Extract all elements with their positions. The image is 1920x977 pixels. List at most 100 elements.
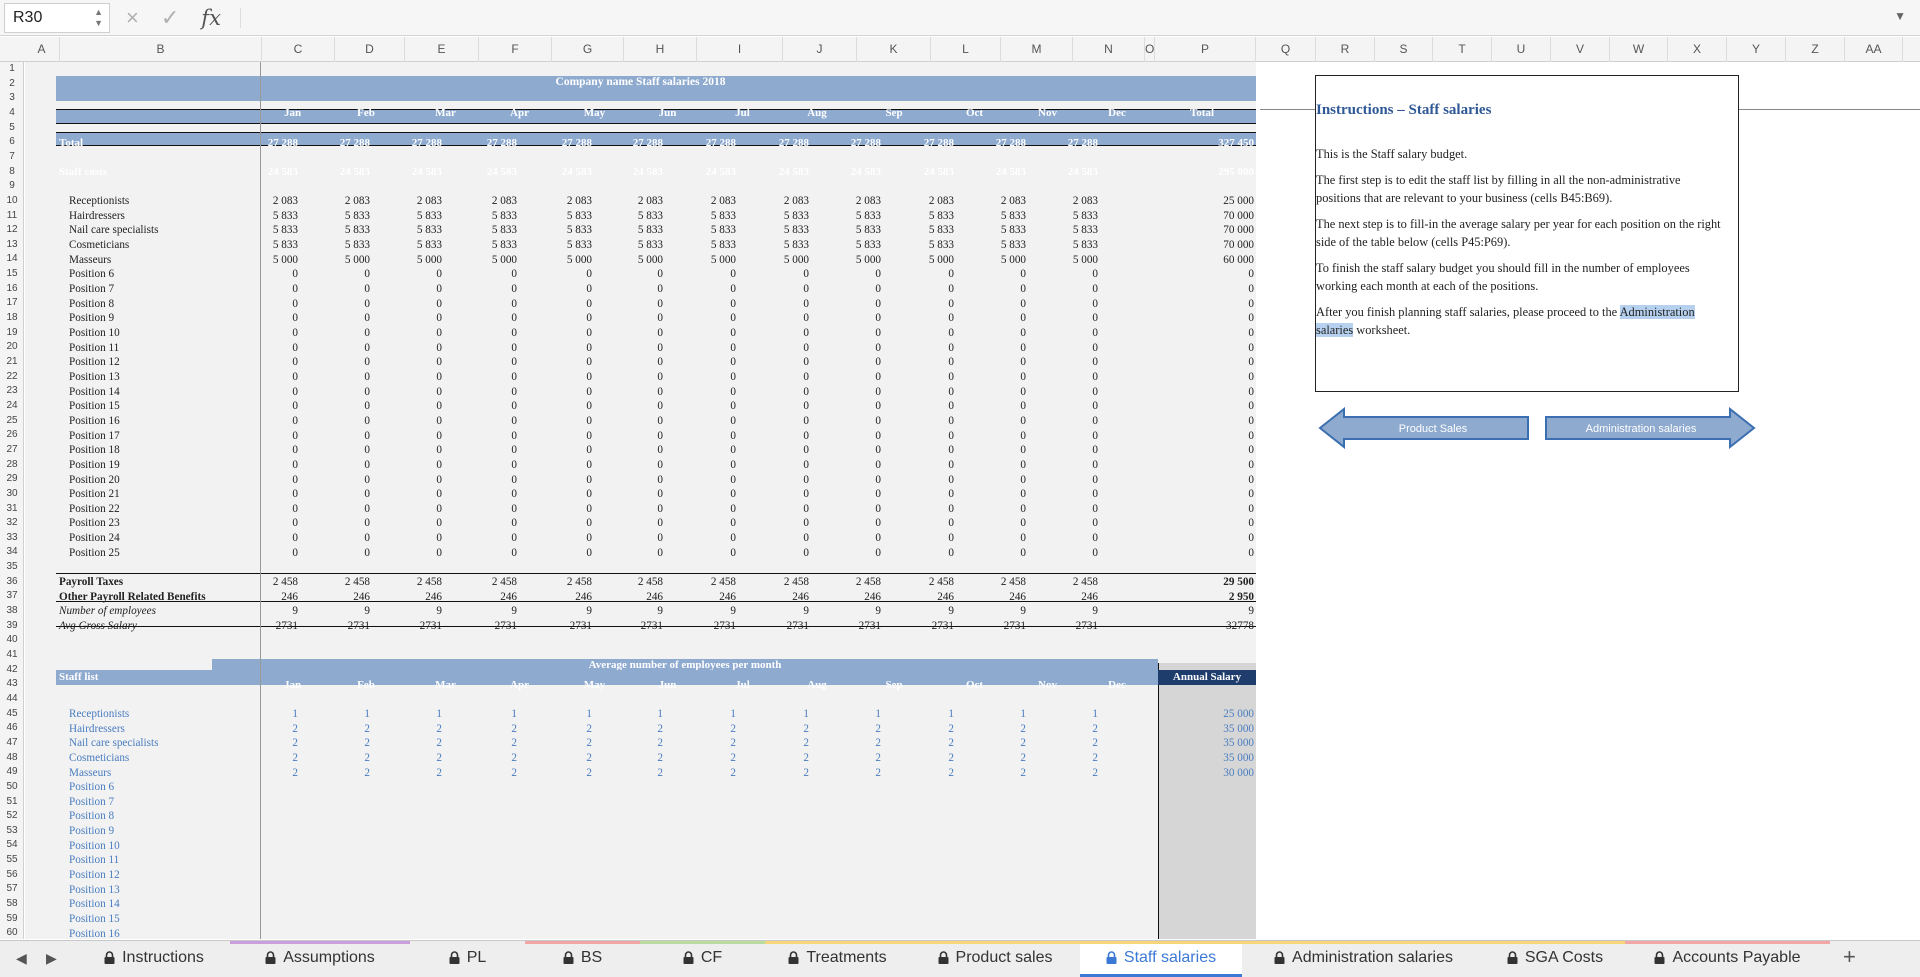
position-monthly-cell[interactable]: 5 833 [929,210,954,222]
position-monthly-cell[interactable]: 0 [364,430,370,442]
row-header-8[interactable]: 8 [0,165,23,180]
position-monthly-cell[interactable]: 0 [875,342,881,354]
position-monthly-cell[interactable]: 0 [511,298,517,310]
position-monthly-cell[interactable]: 5 833 [567,224,592,236]
position-monthly-cell[interactable]: 0 [586,400,592,412]
position-monthly-cell[interactable]: 0 [1092,459,1098,471]
position-monthly-cell[interactable]: 0 [657,342,663,354]
position-monthly-cell[interactable]: 5 000 [417,254,442,266]
position-monthly-cell[interactable]: 2 083 [567,195,592,207]
position-monthly-cell[interactable]: 0 [1092,268,1098,280]
position-monthly-cell[interactable]: 0 [657,400,663,412]
position-monthly-cell[interactable]: 0 [657,371,663,383]
summary-cell[interactable]: 246 [500,591,517,603]
summary-cell[interactable]: 2731 [420,620,442,632]
position-monthly-cell[interactable]: 0 [511,400,517,412]
row-header-52[interactable]: 52 [0,809,23,824]
position-monthly-cell[interactable]: 0 [292,268,298,280]
summary-cell[interactable]: 246 [646,591,663,603]
position-monthly-cell[interactable]: 5 833 [492,239,517,251]
position-monthly-cell[interactable]: 0 [875,488,881,500]
position-monthly-cell[interactable]: 0 [657,430,663,442]
staff-count-cell[interactable]: 1 [511,708,517,720]
position-monthly-cell[interactable]: 0 [948,415,954,427]
prev-sheet-icon[interactable]: ◀ [16,950,27,967]
position-monthly-cell[interactable]: 0 [803,444,809,456]
position-monthly-cell[interactable]: 0 [364,386,370,398]
summary-cell[interactable]: 246 [719,591,736,603]
position-monthly-cell[interactable]: 0 [436,430,442,442]
row-header-19[interactable]: 19 [0,326,23,341]
row-header-50[interactable]: 50 [0,780,23,795]
position-monthly-cell[interactable]: 0 [803,327,809,339]
row-header-33[interactable]: 33 [0,531,23,546]
position-monthly-cell[interactable]: 0 [948,268,954,280]
position-monthly-cell[interactable]: 5 000 [492,254,517,266]
row-header-40[interactable]: 40 [0,633,23,648]
row-header-32[interactable]: 32 [0,516,23,531]
staff-list-name[interactable]: Position 7 [69,796,114,808]
position-monthly-cell[interactable]: 0 [436,356,442,368]
summary-cell[interactable]: 2731 [495,620,517,632]
position-monthly-cell[interactable]: 0 [803,459,809,471]
staff-count-cell[interactable]: 2 [511,752,517,764]
position-monthly-cell[interactable]: 5 833 [417,224,442,236]
row-header-51[interactable]: 51 [0,795,23,810]
position-monthly-cell[interactable]: 0 [803,400,809,412]
row-header-3[interactable]: 3 [0,91,23,106]
summary-cell[interactable]: 2 458 [417,576,442,588]
total-row-total[interactable]: 327 450 [1218,137,1254,149]
position-monthly-cell[interactable]: 0 [1020,400,1026,412]
position-monthly-cell[interactable]: 5 833 [1001,239,1026,251]
summary-cell[interactable]: 2 458 [856,576,881,588]
row-header-54[interactable]: 54 [0,838,23,853]
position-monthly-cell[interactable]: 0 [730,371,736,383]
staff-count-cell[interactable]: 1 [803,708,809,720]
summary-total[interactable]: 9 [1248,605,1254,617]
total-cell[interactable]: 27 288 [340,137,370,149]
summary-cell[interactable]: 246 [1009,591,1026,603]
staff-list-name[interactable]: Position 9 [69,825,114,837]
staff-count-cell[interactable]: 2 [1020,737,1026,749]
position-monthly-cell[interactable]: 0 [436,547,442,559]
position-monthly-cell[interactable]: 0 [511,312,517,324]
staff-count-cell[interactable]: 2 [436,752,442,764]
position-monthly-cell[interactable]: 5 833 [856,224,881,236]
position-monthly-cell[interactable]: 0 [511,356,517,368]
row-header-20[interactable]: 20 [0,340,23,355]
row-header-31[interactable]: 31 [0,502,23,517]
position-monthly-cell[interactable]: 0 [1092,400,1098,412]
position-monthly-cell[interactable]: 0 [511,283,517,295]
position-monthly-cell[interactable]: 0 [875,444,881,456]
position-monthly-cell[interactable]: 5 833 [273,210,298,222]
summary-cell[interactable]: 246 [281,591,298,603]
position-monthly-cell[interactable]: 0 [803,342,809,354]
position-monthly-cell[interactable]: 0 [292,415,298,427]
position-monthly-cell[interactable]: 0 [511,459,517,471]
position-monthly-cell[interactable]: 5 833 [856,239,881,251]
position-monthly-cell[interactable]: 0 [1092,503,1098,515]
row-header-43[interactable]: 43 [0,677,23,692]
row-header-56[interactable]: 56 [0,868,23,883]
position-monthly-cell[interactable]: 2 083 [492,195,517,207]
position-monthly-cell[interactable]: 0 [730,532,736,544]
function-icon[interactable]: fx [201,6,221,30]
position-monthly-cell[interactable]: 0 [292,371,298,383]
position-monthly-cell[interactable]: 0 [1092,386,1098,398]
summary-cell[interactable]: 246 [353,591,370,603]
column-header-aa[interactable]: AA [1845,37,1903,62]
position-monthly-cell[interactable]: 2 083 [1073,195,1098,207]
position-monthly-cell[interactable]: 0 [730,503,736,515]
cancel-icon[interactable]: × [126,5,139,31]
summary-cell[interactable]: 2 458 [784,576,809,588]
staff-count-cell[interactable]: 2 [1020,752,1026,764]
position-total-cell[interactable]: 0 [1248,459,1254,471]
position-monthly-cell[interactable]: 0 [948,283,954,295]
staff-cost-cell[interactable]: 24 583 [268,166,298,178]
name-box[interactable]: R30 ▲ ▼ [4,3,110,33]
position-monthly-cell[interactable]: 0 [730,415,736,427]
position-monthly-cell[interactable]: 0 [364,444,370,456]
tab-cf[interactable]: CF [640,941,765,977]
staff-count-cell[interactable]: 2 [511,723,517,735]
staff-list-name[interactable]: Position 6 [69,781,114,793]
